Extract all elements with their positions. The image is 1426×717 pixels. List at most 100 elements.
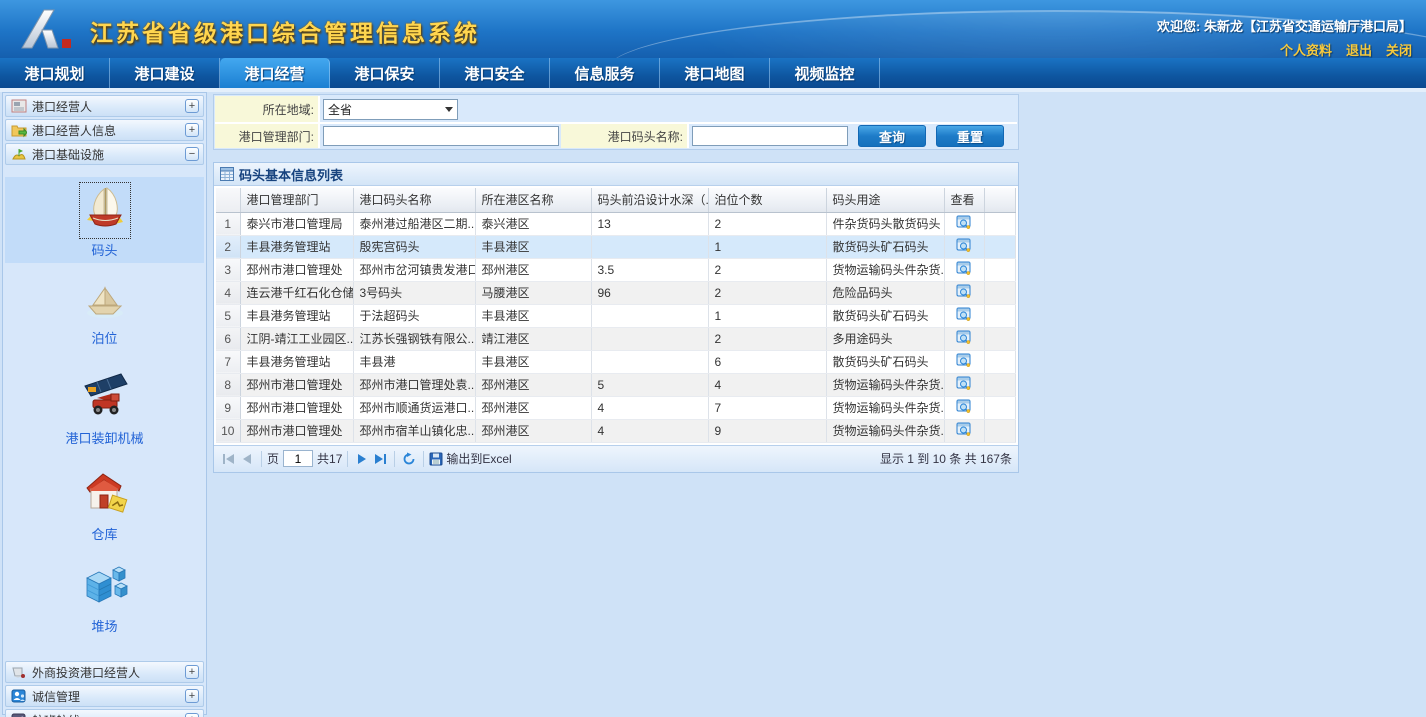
- cell-berth-count: 2: [708, 212, 826, 235]
- col-berth-count[interactable]: 泊位个数: [708, 188, 826, 212]
- sidebar-group-flights[interactable]: 航班航线 +: [5, 709, 204, 717]
- cell-port-area: 泰兴港区: [475, 212, 591, 235]
- view-icon[interactable]: [956, 421, 972, 437]
- table-row[interactable]: 10 邳州市港口管理处 邳州市宿羊山镇化忠... 邳州港区 4 9 货物运输码头…: [216, 419, 1016, 442]
- col-port-area[interactable]: 所在港区名称: [475, 188, 591, 212]
- next-page-button[interactable]: [353, 450, 371, 468]
- cell-dept: 邳州市港口管理处: [240, 396, 353, 419]
- expand-plus-icon[interactable]: +: [185, 713, 199, 717]
- cell-dept: 江阴-靖江工业园区...: [240, 327, 353, 350]
- cell-water-depth: 13: [591, 212, 708, 235]
- region-select[interactable]: 全省: [323, 99, 458, 120]
- nav-tab[interactable]: 港口安全: [440, 58, 550, 88]
- view-icon[interactable]: [956, 283, 972, 299]
- table-row[interactable]: 1 泰兴市港口管理局 泰州港过船港区二期... 泰兴港区 13 2 件杂货码头散…: [216, 212, 1016, 235]
- close-link[interactable]: 关闭: [1386, 40, 1412, 58]
- cell-berth-count: 2: [708, 281, 826, 304]
- profile-link[interactable]: 个人资料: [1280, 40, 1332, 58]
- cell-port-area: 丰县港区: [475, 350, 591, 373]
- sidebar-group-operator-info[interactable]: 港口经营人信息 +: [5, 119, 204, 141]
- nav-tab[interactable]: 港口规划: [0, 58, 110, 88]
- view-icon[interactable]: [956, 306, 972, 322]
- sidebar-group-credit[interactable]: 诚信管理 +: [5, 685, 204, 707]
- expand-plus-icon[interactable]: +: [185, 99, 199, 113]
- sidebar-item-machinery[interactable]: 港口装卸机械: [5, 361, 204, 451]
- nav-tab[interactable]: 港口地图: [660, 58, 770, 88]
- main-nav: 港口规划 港口建设 港口经营 港口保安 港口安全 信息服务 港口地图 视频监控: [0, 58, 1426, 88]
- sidebar-item-wharf[interactable]: 码头: [5, 177, 204, 263]
- sidebar-group-infrastructure[interactable]: 港口基础设施 −: [5, 143, 204, 165]
- table-row[interactable]: 3 邳州市港口管理处 邳州市岔河镇贵发港口 邳州港区 3.5 2 货物运输码头件…: [216, 258, 1016, 281]
- nav-tab[interactable]: 信息服务: [550, 58, 660, 88]
- collapse-minus-icon[interactable]: −: [185, 147, 199, 161]
- logout-link[interactable]: 退出: [1346, 40, 1372, 58]
- cell-wharf-name: 泰州港过船港区二期...: [353, 212, 475, 235]
- region-select-value: 全省: [328, 101, 352, 118]
- table-row[interactable]: 8 邳州市港口管理处 邳州市港口管理处袁... 邳州港区 5 4 货物运输码头件…: [216, 373, 1016, 396]
- cell-water-depth: 3.5: [591, 258, 708, 281]
- yard-cubes-icon: [80, 563, 130, 614]
- view-icon[interactable]: [956, 237, 972, 253]
- credit-users-icon: [11, 688, 27, 704]
- cell-water-depth: [591, 327, 708, 350]
- row-number: 4: [216, 281, 240, 304]
- row-number: 6: [216, 327, 240, 350]
- view-icon[interactable]: [956, 214, 972, 230]
- reset-button[interactable]: 重置: [936, 125, 1004, 147]
- first-page-button[interactable]: [220, 450, 238, 468]
- sidebar-item-berth[interactable]: 泊位: [5, 273, 204, 351]
- prev-page-button[interactable]: [238, 450, 256, 468]
- cell-water-depth: 4: [591, 396, 708, 419]
- infrastructure-icon: [11, 146, 27, 162]
- col-usage[interactable]: 码头用途: [826, 188, 944, 212]
- expand-plus-icon[interactable]: +: [185, 689, 199, 703]
- nav-tab[interactable]: 视频监控: [770, 58, 880, 88]
- view-icon[interactable]: [956, 375, 972, 391]
- expand-plus-icon[interactable]: +: [185, 665, 199, 679]
- view-icon[interactable]: [956, 329, 972, 345]
- row-number: 10: [216, 419, 240, 442]
- nav-tab[interactable]: 港口建设: [110, 58, 220, 88]
- col-wharf-name[interactable]: 港口码头名称: [353, 188, 475, 212]
- col-water-depth[interactable]: 码头前沿设计水深（...: [591, 188, 708, 212]
- table-row[interactable]: 5 丰县港务管理站 于法超码头 丰县港区 1 散货码头矿石码头: [216, 304, 1016, 327]
- table-row[interactable]: 9 邳州市港口管理处 邳州市顺通货运港口... 邳州港区 4 7 货物运输码头件…: [216, 396, 1016, 419]
- sidebar-item-warehouse[interactable]: 仓库: [5, 461, 204, 547]
- table-row[interactable]: 7 丰县港务管理站 丰县港 丰县港区 6 散货码头矿石码头: [216, 350, 1016, 373]
- col-dept[interactable]: 港口管理部门: [240, 188, 353, 212]
- table-row[interactable]: 2 丰县港务管理站 殷宪宫码头 丰县港区 1 散货码头矿石码头: [216, 235, 1016, 258]
- nav-tab[interactable]: 港口经营: [220, 58, 330, 88]
- refresh-icon[interactable]: [400, 450, 418, 468]
- cell-dept: 邳州市港口管理处: [240, 419, 353, 442]
- sidebar-group-foreign-investors[interactable]: 外商投资港口经营人 +: [5, 661, 204, 683]
- sidebar-group-label: 港口经营人信息: [32, 122, 180, 139]
- cell-wharf-name: 邳州市宿羊山镇化忠...: [353, 419, 475, 442]
- sidebar-group-operators[interactable]: 港口经营人 +: [5, 95, 204, 117]
- cell-dept: 连云港千红石化仓储...: [240, 281, 353, 304]
- scroll-gutter-cell: [984, 235, 1016, 258]
- export-excel-label: 输出到Excel: [446, 450, 511, 467]
- scroll-gutter-cell: [984, 258, 1016, 281]
- last-page-button[interactable]: [371, 450, 389, 468]
- view-icon[interactable]: [956, 352, 972, 368]
- col-view[interactable]: 查看: [944, 188, 984, 212]
- table-row[interactable]: 6 江阴-靖江工业园区... 江苏长强钢铁有限公... 靖江港区 2 多用途码头: [216, 327, 1016, 350]
- row-number: 7: [216, 350, 240, 373]
- expand-plus-icon[interactable]: +: [185, 123, 199, 137]
- export-excel-button[interactable]: 输出到Excel: [429, 450, 511, 467]
- page-number-input[interactable]: [283, 450, 313, 467]
- nav-tab[interactable]: 港口保安: [330, 58, 440, 88]
- table-row[interactable]: 4 连云港千红石化仓储... 3号码头 马腰港区 96 2 危险品码头: [216, 281, 1016, 304]
- wharf-name-input[interactable]: [692, 126, 848, 146]
- view-icon[interactable]: [956, 260, 972, 276]
- cell-dept: 邳州市港口管理处: [240, 373, 353, 396]
- cell-port-area: 靖江港区: [475, 327, 591, 350]
- sidebar-group-label: 港口经营人: [32, 98, 180, 115]
- view-icon[interactable]: [956, 398, 972, 414]
- cell-berth-count: 9: [708, 419, 826, 442]
- cell-port-area: 邳州港区: [475, 419, 591, 442]
- cell-wharf-name: 邳州市港口管理处袁...: [353, 373, 475, 396]
- query-button[interactable]: 查询: [858, 125, 926, 147]
- dept-input[interactable]: [323, 126, 559, 146]
- sidebar-item-yard[interactable]: 堆场: [5, 557, 204, 639]
